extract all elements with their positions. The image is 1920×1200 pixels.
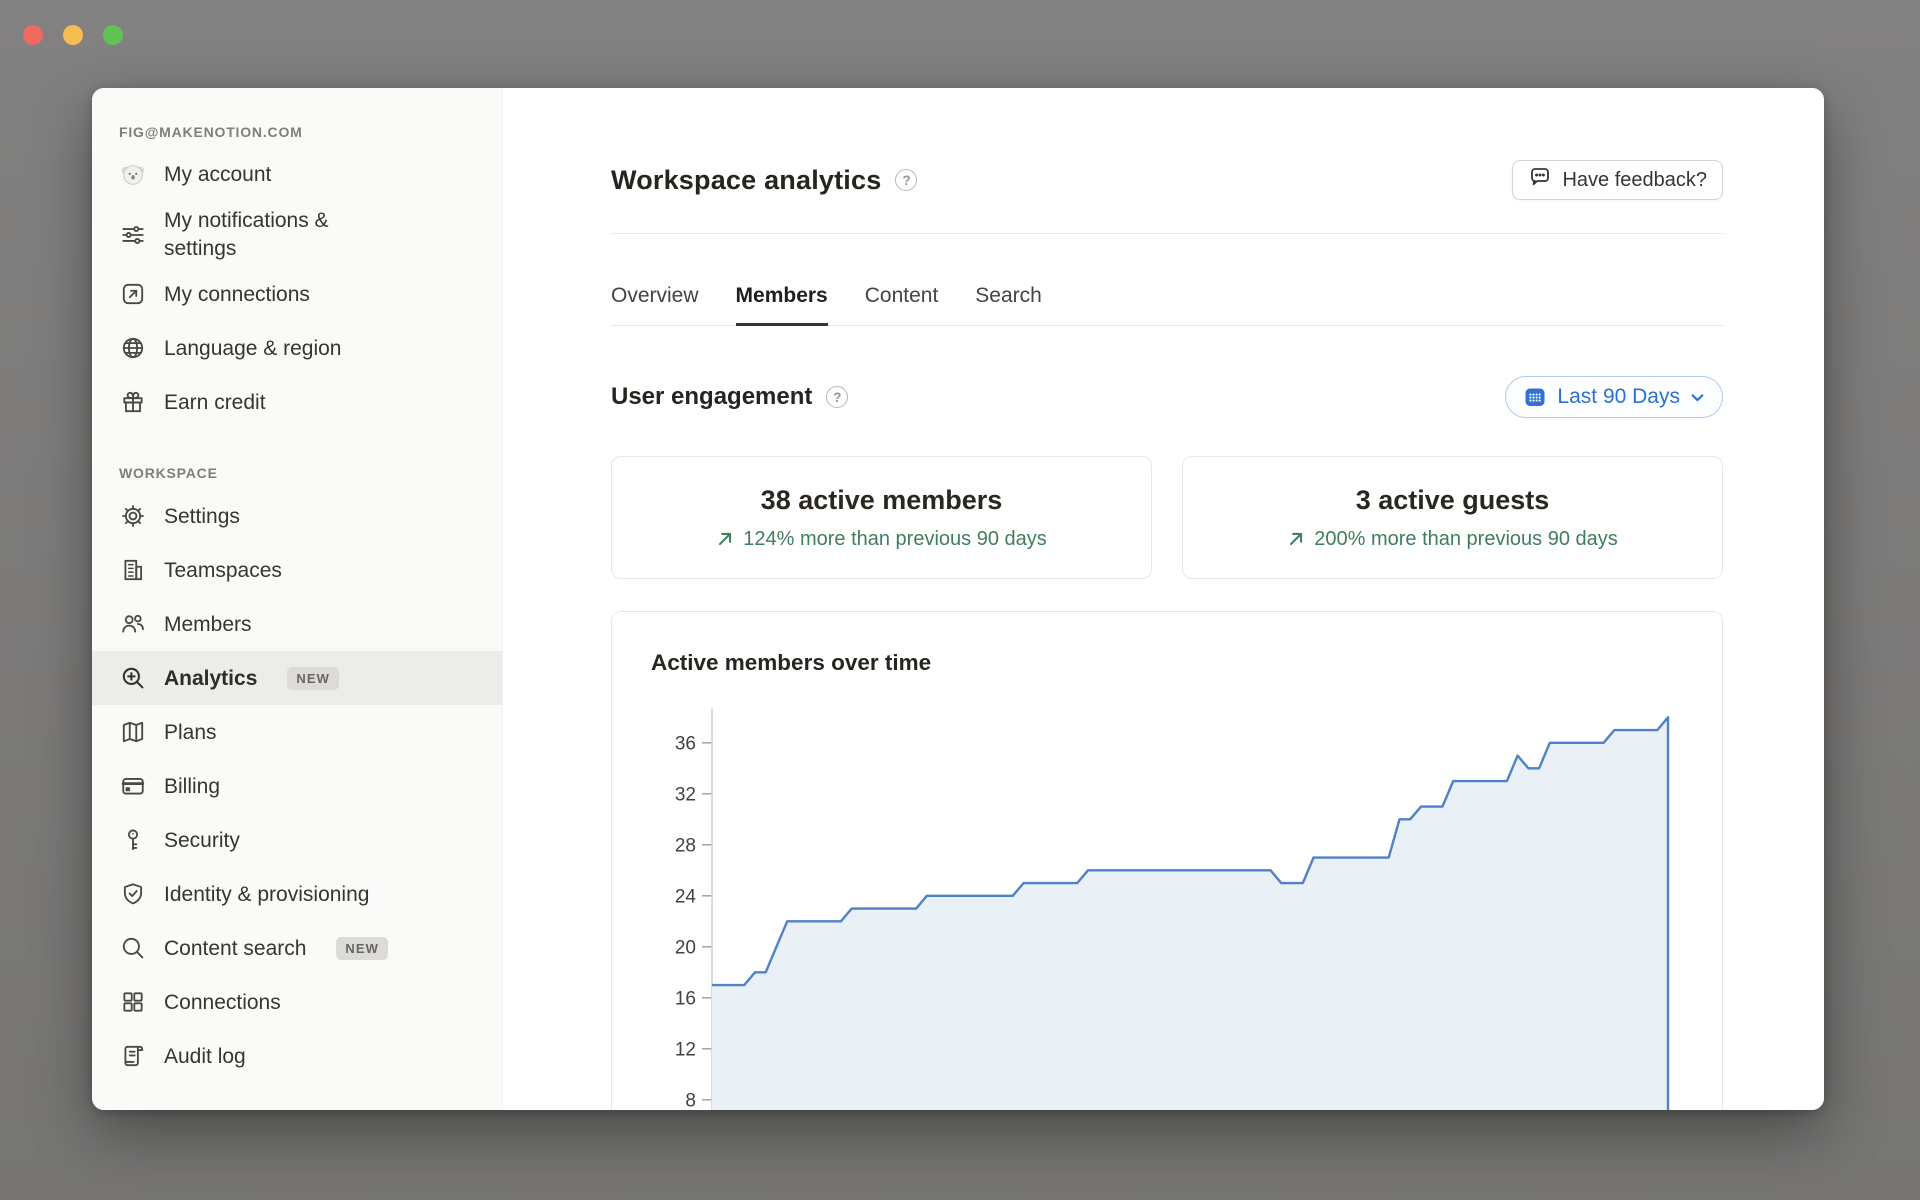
scroll-icon: [119, 1042, 147, 1070]
tab-members[interactable]: Members: [735, 284, 828, 326]
help-icon[interactable]: ?: [895, 169, 918, 191]
area-fill: [712, 717, 1668, 1110]
sidebar-item-analytics[interactable]: Analytics NEW: [92, 651, 502, 706]
arrow-up-right-box-icon: [119, 280, 147, 308]
engagement-stats-row: 38 active members 124% more than previou…: [611, 456, 1723, 579]
sidebar-item-label: Plans: [164, 720, 217, 744]
settings-dialog: FIG@MAKENOTION.COM My account My notifica…: [92, 88, 1824, 1110]
sidebar-item-label: Members: [164, 612, 252, 636]
grid-icon: [119, 988, 147, 1016]
y-axis-tick-label: 20: [675, 937, 696, 958]
sidebar-item-label: Audit log: [164, 1044, 246, 1068]
gift-icon: [119, 388, 147, 416]
building-icon: [119, 556, 147, 584]
date-range-label: Last 90 Days: [1557, 385, 1680, 408]
sidebar-item-security[interactable]: Security: [92, 813, 502, 867]
active-members-chart-card: Active members over time 8 12 16 20 24 28 32 36: [611, 611, 1723, 1110]
have-feedback-button[interactable]: Have feedback?: [1512, 160, 1723, 200]
sidebar-item-label: Content search: [164, 936, 307, 960]
active-members-value: 38 active members: [760, 484, 1003, 515]
y-axis-tick-label: 28: [675, 835, 696, 856]
y-axis-tick-label: 8: [685, 1090, 696, 1110]
zoom-window-button[interactable]: [103, 25, 123, 45]
window-controls: [23, 25, 123, 45]
new-badge: NEW: [287, 666, 340, 690]
tab-search[interactable]: Search: [975, 284, 1042, 326]
sidebar-item-label: Connections: [164, 990, 281, 1014]
active-members-area-chart: 8 12 16 20 24 28 32 36: [612, 702, 1672, 1110]
have-feedback-label: Have feedback?: [1562, 168, 1707, 191]
key-icon: [119, 826, 147, 854]
sidebar-item-language-region[interactable]: Language & region: [92, 321, 502, 375]
sidebar-item-connections[interactable]: Connections: [92, 975, 502, 1029]
calendar-icon: [1523, 385, 1547, 409]
active-guests-value: 3 active guests: [1355, 484, 1550, 515]
sidebar-item-my-connections[interactable]: My connections: [92, 267, 502, 321]
sidebar-item-my-account[interactable]: My account: [92, 148, 502, 202]
analytics-tabs: Overview Members Content Search: [611, 284, 1723, 326]
chat-bubble-icon: [1528, 165, 1552, 195]
sidebar-item-label: Earn credit: [164, 390, 266, 414]
gear-icon: [119, 502, 147, 530]
sidebar-item-label: My account: [164, 163, 272, 187]
y-axis-tick-label: 32: [675, 784, 696, 805]
sidebar-item-label: My notifications & settings: [164, 209, 329, 260]
tab-content[interactable]: Content: [865, 284, 939, 326]
sidebar-item-members[interactable]: Members: [92, 597, 502, 651]
trend-up-icon: [716, 530, 734, 548]
header-divider: [611, 233, 1723, 234]
account-section-header: FIG@MAKENOTION.COM: [119, 124, 303, 140]
page-title: Workspace analytics: [611, 164, 882, 195]
sidebar-item-audit-log[interactable]: Audit log: [92, 1029, 502, 1083]
map-icon: [119, 718, 147, 746]
active-members-stat-card: 38 active members 124% more than previou…: [611, 456, 1152, 579]
sidebar-item-billing[interactable]: Billing: [92, 759, 502, 813]
sidebar-item-label: Language & region: [164, 336, 342, 360]
sidebar-item-label: Settings: [164, 504, 240, 528]
workspace-section-header: WORKSPACE: [119, 465, 218, 482]
y-axis-tick-label: 36: [675, 733, 696, 754]
chart-title: Active members over time: [651, 650, 932, 675]
credit-card-icon: [119, 772, 147, 800]
sidebar-item-label: Security: [164, 828, 240, 852]
user-engagement-heading: User engagement: [611, 383, 813, 410]
date-range-dropdown[interactable]: Last 90 Days: [1505, 376, 1723, 418]
minimize-window-button[interactable]: [63, 25, 83, 45]
sidebar-item-label: My connections: [164, 282, 310, 306]
sliders-icon: [119, 221, 147, 249]
sidebar-item-content-search[interactable]: Content search NEW: [92, 921, 502, 975]
account-nav-list: My account My notifications & settings My …: [92, 148, 502, 429]
sidebar-item-earn-credit[interactable]: Earn credit: [92, 375, 502, 429]
people-icon: [119, 610, 147, 638]
search-icon: [119, 934, 147, 962]
tab-overview[interactable]: Overview: [611, 284, 699, 326]
sidebar-item-label: Identity & provisioning: [164, 882, 370, 906]
shield-check-icon: [119, 880, 147, 908]
active-guests-stat-card: 3 active guests 200% more than previous …: [1182, 456, 1723, 579]
settings-sidebar: FIG@MAKENOTION.COM My account My notifica…: [92, 88, 503, 1110]
y-axis-tick-label: 16: [675, 988, 696, 1009]
avatar-koala: [119, 161, 147, 189]
sidebar-item-my-notifications-settings[interactable]: My notifications & settings: [92, 202, 502, 267]
chevron-down-icon: [1690, 391, 1705, 404]
sidebar-item-label: Analytics: [164, 666, 258, 690]
close-window-button[interactable]: [23, 25, 43, 45]
analytics-main-panel: Workspace analytics ? Have feedback? Ove…: [503, 88, 1824, 1110]
sidebar-item-label: Billing: [164, 774, 221, 798]
sidebar-item-teamspaces[interactable]: Teamspaces: [92, 543, 502, 597]
sidebar-item-label: Teamspaces: [164, 558, 282, 582]
new-badge: NEW: [336, 936, 389, 960]
sidebar-item-settings[interactable]: Settings: [92, 489, 502, 543]
trend-up-icon: [1287, 530, 1305, 548]
workspace-nav-list: Settings Teamspaces Members Analytics NEW Pla…: [92, 489, 502, 1083]
magnifier-plus-icon: [119, 664, 147, 692]
y-axis-tick-label: 12: [675, 1039, 696, 1060]
engagement-help-icon[interactable]: ?: [826, 386, 849, 408]
sidebar-item-plans[interactable]: Plans: [92, 705, 502, 759]
active-guests-delta: 200% more than previous 90 days: [1314, 527, 1618, 550]
active-members-delta: 124% more than previous 90 days: [743, 527, 1047, 550]
globe-icon: [119, 334, 147, 362]
y-axis-tick-label: 24: [675, 886, 697, 907]
sidebar-item-identity-provisioning[interactable]: Identity & provisioning: [92, 867, 502, 921]
